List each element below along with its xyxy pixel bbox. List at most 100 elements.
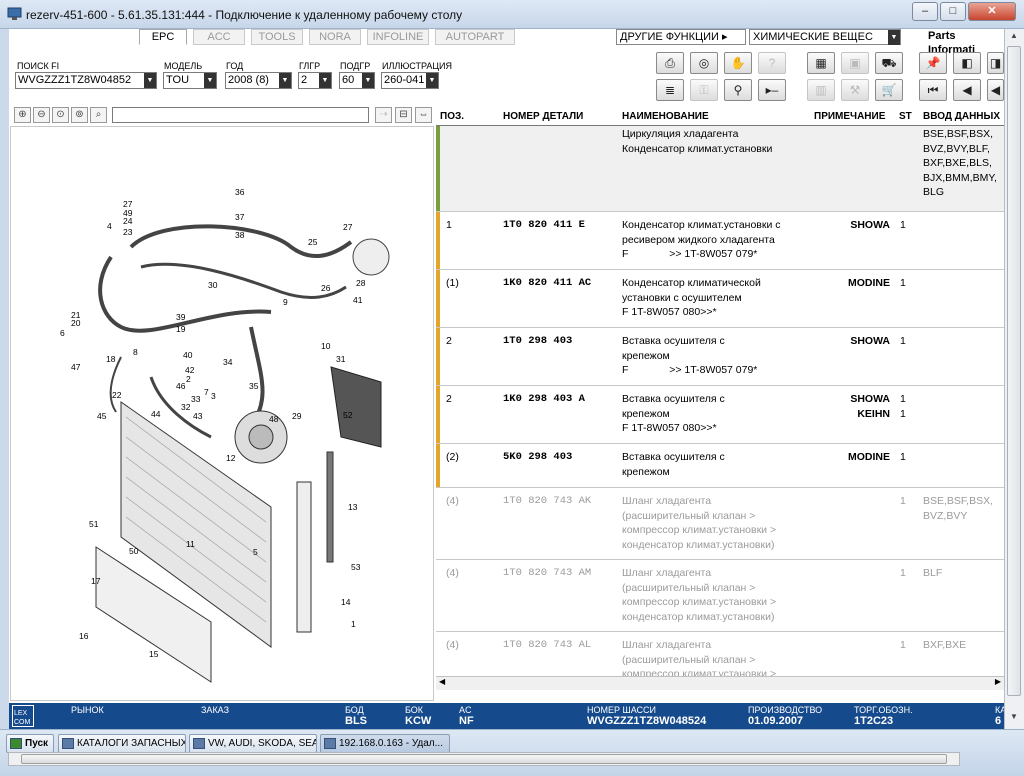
history-button[interactable]: ◎ (690, 52, 718, 74)
part-row-1[interactable]: 1 1T0 820 411 E Конденсатор климат.установ… (436, 212, 1004, 270)
callout-label[interactable]: 30 (208, 280, 218, 290)
next-page-button[interactable]: ◀ (987, 79, 1004, 101)
diagram-nav-button[interactable]: ⇢ (375, 107, 392, 123)
callout-label[interactable]: 12 (226, 453, 236, 463)
callout-label[interactable]: 19 (176, 324, 186, 334)
tab-acc[interactable]: ACC (193, 29, 245, 45)
callout-label[interactable]: 16 (79, 631, 89, 641)
callout-label[interactable]: 27 (343, 222, 353, 232)
zoom-fit-button[interactable]: ⊙ (52, 107, 69, 123)
callout-label[interactable]: 29 (292, 411, 302, 421)
callout-label[interactable]: 52 (343, 410, 353, 420)
zoom-in-button[interactable]: ⊕ (14, 107, 31, 123)
callout-label[interactable]: 17 (91, 576, 101, 586)
callout-label[interactable]: 50 (129, 546, 139, 556)
callout-label[interactable]: 33 (191, 394, 201, 404)
subgroup-select[interactable]: 60 ▼ (339, 72, 375, 89)
callout-label[interactable]: 11 (186, 539, 195, 549)
zoom-area-button[interactable]: ⊚ (71, 107, 88, 123)
callout-label[interactable]: 32 (181, 402, 191, 412)
magnifier-button[interactable]: ⌕ (90, 107, 107, 123)
callout-label[interactable]: 53 (351, 562, 361, 572)
callout-label[interactable]: 48 (269, 414, 279, 424)
callout-label[interactable]: 10 (321, 341, 331, 351)
callout-label[interactable]: 36 (235, 187, 245, 197)
maximize-button[interactable]: □ (940, 2, 966, 21)
page-back-button[interactable]: ◧ (953, 52, 981, 74)
callout-label[interactable]: 20 (71, 318, 81, 328)
parts-illustration[interactable]: 36 37 38 27 49 24 23 4 25 26 27 28 30 9 41 21 20 6 39 19 40 1… (10, 126, 434, 701)
model-select[interactable]: TOU ▼ (163, 72, 217, 89)
callout-label[interactable]: 45 (97, 411, 107, 421)
page-forward-button[interactable]: ◨ (987, 52, 1004, 74)
callout-label[interactable]: 7 (204, 387, 209, 397)
tab-epc[interactable]: EPC (139, 29, 187, 45)
bike-button[interactable]: ⚲ (724, 79, 752, 101)
callout-label[interactable]: 38 (235, 230, 245, 240)
part-row-4-ak[interactable]: (4) 1T0 820 743 AK Шланг хладагента (расши… (436, 488, 1004, 560)
tab-tools[interactable]: TOOLS (251, 29, 303, 45)
chemicals-dropdown[interactable]: ХИМИЧЕСКИЕ ВЕЩЕС ▼ (749, 29, 901, 45)
part-row-1-alt[interactable]: (1) 1K0 820 411 AC Конденсатор климатическ… (436, 270, 1004, 328)
pin-button[interactable]: 📌 (919, 52, 947, 74)
first-page-button[interactable]: ⏮ (919, 79, 947, 101)
callout-label[interactable]: 31 (336, 354, 346, 364)
callout-label[interactable]: 22 (112, 390, 122, 400)
table-horizontal-scrollbar[interactable]: ◀ ▶ (436, 676, 1004, 690)
bottom-scroll-thumb[interactable] (21, 754, 947, 764)
callout-label[interactable]: 14 (341, 597, 351, 607)
table-group-header-row[interactable]: Циркуляция хладагента Конденсатор климат… (436, 126, 1004, 212)
prev-page-button[interactable]: ◀ (953, 79, 981, 101)
callout-label[interactable]: 40 (183, 350, 193, 360)
callout-label[interactable]: 28 (356, 278, 366, 288)
callout-label[interactable]: 43 (193, 411, 203, 421)
callout-label[interactable]: 4 (107, 221, 112, 231)
callout-label[interactable]: 24 (123, 216, 133, 226)
taskbar-item-catalogs[interactable]: КАТАЛОГИ ЗАПАСНЫХ ... (58, 734, 186, 753)
callout-label[interactable]: 35 (249, 381, 259, 391)
elsa-button[interactable]: ▦ (807, 52, 835, 74)
callout-label[interactable]: 26 (321, 283, 331, 293)
zoom-out-button[interactable]: ⊖ (33, 107, 50, 123)
year-select[interactable]: 2008 (8) ▼ (225, 72, 292, 89)
split-view-button[interactable]: ⊟ (395, 107, 412, 123)
diagram-search-input[interactable] (112, 107, 369, 123)
close-button[interactable]: ✕ (968, 2, 1016, 21)
callout-label[interactable]: 2 (186, 374, 191, 384)
key-button[interactable]: ⚿ (690, 79, 718, 101)
callout-label[interactable]: 44 (151, 409, 161, 419)
part-row-2[interactable]: 2 1T0 298 403 Вставка осушителя с крепежом… (436, 328, 1004, 386)
callout-label[interactable]: 6 (60, 328, 65, 338)
vin-search-input[interactable]: WVGZZZ1TZ8W04852 ▼ (15, 72, 157, 89)
handshake-button[interactable]: ✋ (724, 52, 752, 74)
scroll-down-icon[interactable]: ▼ (1007, 712, 1021, 726)
illustration-select[interactable]: 260-041 ▼ (381, 72, 439, 89)
part-row-4-am[interactable]: (4) 1T0 820 743 AM Шланг хладагента (расши… (436, 560, 1004, 632)
callout-label[interactable]: 18 (106, 354, 116, 364)
play-button[interactable]: ▸‒ (758, 79, 786, 101)
fullscreen-button[interactable]: ⇔ (415, 107, 432, 123)
tab-autopart[interactable]: AUTOPART (435, 29, 515, 45)
callout-label[interactable]: 41 (353, 295, 363, 305)
depot-button[interactable]: ▣ (841, 52, 869, 74)
shopping-cart-button[interactable]: 🛒 (875, 79, 903, 101)
help-button[interactable]: ? (758, 52, 786, 74)
tab-infoline[interactable]: INFOLINE (367, 29, 429, 45)
callout-label[interactable]: 3 (211, 391, 216, 401)
callout-label[interactable]: 8 (133, 347, 138, 357)
callout-label[interactable]: 25 (308, 237, 318, 247)
vertical-scroll-thumb[interactable] (1007, 46, 1021, 696)
part-row-2b[interactable]: (2) 5K0 298 403 Вставка осушителя с крепеж… (436, 444, 1004, 488)
part-row-2-alt[interactable]: 2 1K0 298 403 A Вставка осушителя с крепеж… (436, 386, 1004, 444)
callout-label[interactable]: 5 (253, 547, 258, 557)
taskbar-item-vw[interactable]: VW, AUDI, SKODA, SEAT (189, 734, 317, 753)
scroll-up-icon[interactable]: ▲ (1007, 31, 1021, 45)
callout-label[interactable]: 15 (149, 649, 159, 659)
group-select[interactable]: 2 ▼ (298, 72, 332, 89)
bottom-horizontal-scrollbar[interactable] (8, 752, 960, 766)
print-button[interactable]: ⎙ (656, 52, 684, 74)
cart-transfer-button[interactable]: ⛟ (875, 52, 903, 74)
callout-label[interactable]: 51 (89, 519, 99, 529)
minimize-button[interactable]: ‒ (912, 2, 938, 21)
tools-button[interactable]: ⚒ (841, 79, 869, 101)
